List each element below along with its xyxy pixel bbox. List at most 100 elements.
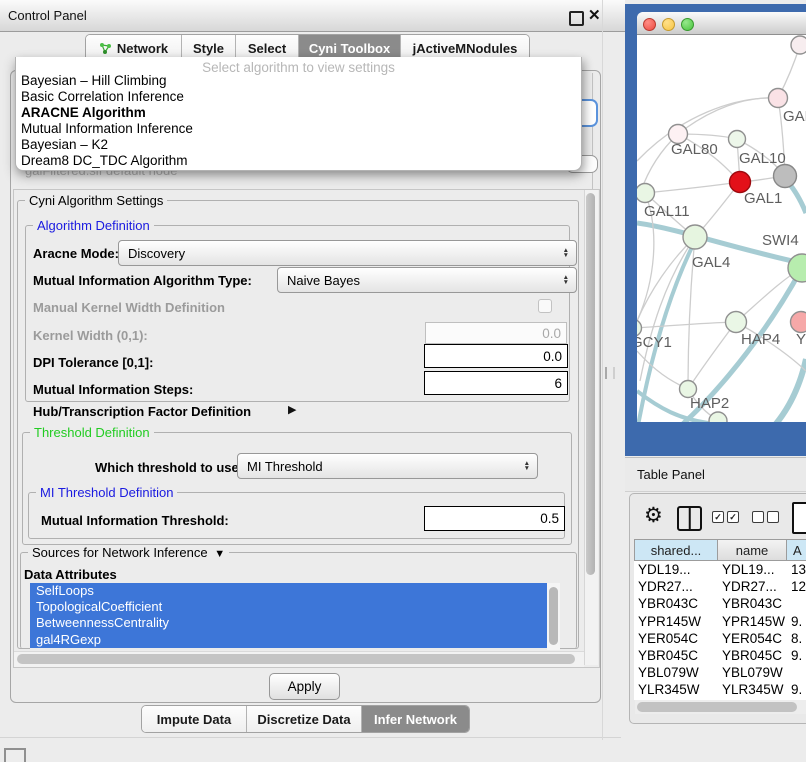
- dock-panel-icon[interactable]: [4, 748, 26, 762]
- dpi-tolerance-input[interactable]: 0.0: [424, 344, 568, 368]
- expand-right-icon[interactable]: ▶: [288, 403, 296, 416]
- aracne-mode-select[interactable]: Discovery ▲▼: [118, 240, 577, 266]
- node-gray[interactable]: [774, 165, 797, 188]
- checked-checkbox-icon[interactable]: ✓: [727, 511, 739, 523]
- table-row[interactable]: YDR27...YDR27...12: [634, 578, 806, 595]
- network-edge: [678, 98, 778, 134]
- mi-threshold-label: Mutual Information Threshold:: [41, 513, 229, 528]
- which-threshold-select[interactable]: MI Threshold ▲▼: [237, 453, 538, 479]
- table-row[interactable]: YBL079WYBL079W: [634, 664, 806, 681]
- node-pink-upper[interactable]: [769, 89, 788, 108]
- table-row[interactable]: YER054CYER054C8.: [634, 630, 806, 647]
- settings-vertical-scrollbar-thumb[interactable]: [586, 193, 595, 575]
- network-canvas[interactable]: GALGAL80GAL10GAL1GAL11SWI4GAL4GCY1HAP4YH…: [637, 35, 806, 422]
- node-hap4[interactable]: [726, 312, 747, 333]
- attributes-list-scrollbar-thumb[interactable]: [549, 587, 558, 645]
- kernel-width-input[interactable]: 0.0: [425, 322, 567, 344]
- mi-type-value: Naive Bayes: [287, 273, 360, 288]
- node-label-gal4: GAL4: [692, 254, 730, 271]
- algorithm-option-bayesian-hill-climbing[interactable]: Bayesian – Hill Climbing: [16, 73, 581, 89]
- node-label-hap2: HAP2: [690, 395, 729, 412]
- float-window-icon[interactable]: [569, 11, 584, 26]
- network-icon: [99, 42, 112, 55]
- table-horizontal-scrollbar-thumb[interactable]: [637, 702, 797, 712]
- algorithm-option-bayesian-k2[interactable]: Bayesian – K2: [16, 137, 581, 153]
- algorithm-dropdown-items: Bayesian – Hill ClimbingBasic Correlatio…: [16, 73, 581, 170]
- hub-definition-label[interactable]: Hub/Transcription Factor Definition: [33, 404, 251, 419]
- apply-button[interactable]: Apply: [269, 673, 340, 700]
- cell-name: YBR045C: [722, 647, 791, 664]
- table-body: YDL19...YDL19...13YDR27...YDR27...12YBR0…: [634, 561, 806, 700]
- attribute-item-selfloops[interactable]: SelfLoops: [30, 583, 547, 599]
- attribute-item-betweennesscentrality[interactable]: BetweennessCentrality: [30, 615, 547, 631]
- table-row[interactable]: YLR345WYLR345W9.: [634, 681, 806, 698]
- node-label-swi4: SWI4: [762, 232, 799, 249]
- algorithm-option-dream8-dc-tdc-algorithm[interactable]: Dream8 DC_TDC Algorithm: [16, 153, 581, 169]
- threshold-definition-title: Threshold Definition: [30, 425, 154, 440]
- node-salmon[interactable]: [791, 312, 806, 333]
- unchecked-checkbox-icon[interactable]: [767, 511, 779, 523]
- attribute-item-gal4rgexp[interactable]: gal4RGexp: [30, 632, 547, 648]
- table-row[interactable]: YBR043CYBR043C: [634, 595, 806, 612]
- mi-type-select[interactable]: Naive Bayes ▲▼: [277, 267, 577, 293]
- file-icon[interactable]: [792, 502, 806, 534]
- cell-name: YLR345W: [722, 681, 791, 698]
- split-handle-icon[interactable]: [605, 367, 615, 379]
- which-threshold-value: MI Threshold: [247, 459, 323, 474]
- collapse-down-icon[interactable]: ▼: [211, 548, 225, 560]
- sources-group-title: Sources for Network Inference ▼: [28, 545, 229, 560]
- mi-threshold-input[interactable]: 0.5: [424, 506, 565, 531]
- network-window: GALGAL80GAL10GAL1GAL11SWI4GAL4GCY1HAP4YH…: [637, 12, 806, 422]
- attribute-item-topologicalcoefficient[interactable]: TopologicalCoefficient: [30, 599, 547, 615]
- minimize-traffic-light[interactable]: [662, 18, 675, 31]
- algorithm-option-mutual-information-inference[interactable]: Mutual Information Inference: [16, 121, 581, 137]
- node-label-gal80: GAL80: [671, 141, 718, 158]
- close-icon[interactable]: ✕: [588, 6, 601, 24]
- node-label-y: Y: [796, 331, 806, 348]
- node-label-gal11: GAL11: [644, 203, 690, 220]
- node-label-gal10: GAL10: [739, 150, 786, 167]
- table-row[interactable]: YPR145WYPR145W9.: [634, 613, 806, 630]
- node-gal4[interactable]: [683, 225, 707, 249]
- network-edge: [775, 359, 806, 422]
- node-label-gcy1: GCY1: [637, 334, 672, 351]
- unchecked-checkbox-icon[interactable]: [752, 511, 764, 523]
- split-columns-icon[interactable]: [677, 506, 702, 531]
- tab-impute-data[interactable]: Impute Data: [142, 706, 247, 732]
- settings-horizontal-scrollbar-thumb[interactable]: [17, 654, 575, 664]
- manual-kernel-label: Manual Kernel Width Definition: [33, 300, 225, 315]
- node-gal11[interactable]: [637, 184, 655, 203]
- network-window-titlebar[interactable]: [637, 12, 806, 35]
- checked-checkbox-icon[interactable]: ✓: [712, 511, 724, 523]
- table-row[interactable]: YBR045CYBR045C9.: [634, 647, 806, 664]
- gear-icon[interactable]: ⚙: [644, 503, 663, 528]
- network-edge: [645, 182, 740, 193]
- tab-label: Network: [117, 41, 168, 56]
- cell-shared-name: YBR045C: [634, 647, 722, 664]
- tab-infer-network[interactable]: Infer Network: [362, 706, 469, 732]
- tab-label: Impute Data: [157, 712, 231, 727]
- column-header-shared[interactable]: shared...: [634, 539, 718, 561]
- node-bottom-partial[interactable]: [709, 412, 727, 422]
- close-traffic-light[interactable]: [643, 18, 656, 31]
- algorithm-option-aracne-algorithm[interactable]: ARACNE Algorithm: [16, 105, 581, 121]
- manual-kernel-checkbox[interactable]: [538, 299, 552, 313]
- column-header-a[interactable]: A: [787, 539, 806, 561]
- node-top-partial[interactable]: [791, 36, 806, 54]
- cell-name: YDR27...: [722, 578, 791, 595]
- network-edge: [637, 322, 736, 328]
- panel-split-divider[interactable]: [602, 0, 603, 740]
- column-header-name[interactable]: name: [718, 539, 787, 561]
- cell-value: 8.: [791, 630, 802, 647]
- zoom-traffic-light[interactable]: [681, 18, 694, 31]
- algorithm-option-basic-correlation-inference[interactable]: Basic Correlation Inference: [16, 89, 581, 105]
- cell-shared-name: YBR043C: [634, 595, 722, 612]
- table-row[interactable]: YDL19...YDL19...13: [634, 561, 806, 578]
- cell-name: YDL19...: [722, 561, 791, 578]
- tab-discretize-data[interactable]: Discretize Data: [247, 706, 362, 732]
- mi-steps-input[interactable]: 6: [424, 371, 568, 395]
- table-header-row: shared...nameA: [634, 539, 806, 561]
- node-gal10[interactable]: [729, 131, 746, 148]
- control-panel-titlebar: [0, 0, 625, 32]
- sources-title-text: Sources for Network Inference: [32, 545, 208, 560]
